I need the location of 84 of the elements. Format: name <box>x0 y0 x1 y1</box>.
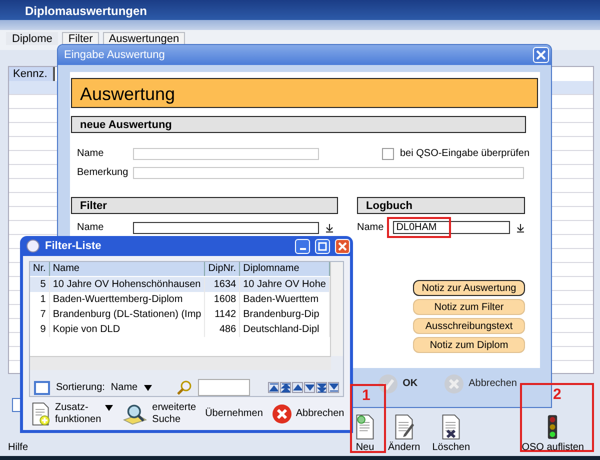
arrow-icon <box>316 382 326 392</box>
sort-value[interactable]: Name <box>110 382 138 393</box>
close-icon <box>536 50 546 60</box>
maximize-icon <box>318 242 327 250</box>
arrow-icon <box>268 382 278 392</box>
tab[interactable]: Diplome <box>6 32 58 45</box>
section-header: Filter <box>71 197 338 214</box>
vertical-scrollbar[interactable] <box>330 262 343 356</box>
maximize-button[interactable] <box>315 238 330 254</box>
minimize-button[interactable] <box>295 238 310 254</box>
column-header[interactable]: Name <box>50 262 206 276</box>
section-header: Logbuch <box>357 197 525 214</box>
cancel-icon <box>272 404 292 424</box>
annotation-number: 1 <box>362 387 370 404</box>
cancel-button[interactable]: Abbrechen <box>444 374 517 394</box>
table-cell: 1142 <box>205 307 240 322</box>
checkbox[interactable] <box>382 148 394 160</box>
cancel-button[interactable]: Abbrechen <box>272 404 344 424</box>
magnifier-icon <box>122 403 148 425</box>
column-header[interactable]: DipNr. <box>205 262 240 276</box>
table-cell: 1634 <box>205 277 240 292</box>
table-cell: Kopie von DLD <box>50 322 206 337</box>
table-cell: Brandenburg (DL-Stationen) (Imp <box>50 307 206 322</box>
input-field[interactable]: DL0HAM <box>393 221 510 234</box>
window-title: Filter-Liste <box>45 240 102 252</box>
note-button[interactable]: Notiz zum Diplom <box>413 337 525 353</box>
note-button[interactable]: Ausschreibungstext <box>413 318 525 334</box>
table-row[interactable]: 5 10 Jahre OV Hohenschönhausen 1634 10 Jahre OV Hohe <box>30 277 330 292</box>
document-add-icon <box>31 402 51 426</box>
note-button[interactable]: Notiz zur Auswertung <box>413 280 525 296</box>
column-header[interactable]: Nr. <box>30 262 50 276</box>
horizontal-scrollbar[interactable] <box>30 356 331 370</box>
close-icon <box>338 242 347 250</box>
cross-icon <box>444 374 464 394</box>
caret-icon <box>105 405 114 411</box>
table-cell: 486 <box>205 322 240 337</box>
edit-document-icon <box>393 414 416 440</box>
app-icon <box>26 239 40 253</box>
input-field[interactable] <box>133 222 319 234</box>
table-cell: 9 <box>30 322 50 337</box>
search-icon[interactable] <box>176 380 192 396</box>
minimize-icon <box>300 248 306 250</box>
annotation-number: 2 <box>553 386 562 403</box>
header-banner: Auswertung <box>71 78 538 108</box>
new-document-icon <box>354 414 376 440</box>
toolbar-button[interactable]: Ändern <box>388 413 420 453</box>
jump-top-button[interactable] <box>268 382 279 393</box>
sort-label: Sortierung: <box>56 382 105 393</box>
dialog-title: Eingabe Auswertung <box>64 49 165 61</box>
field-label: Name <box>357 222 385 233</box>
apply-button[interactable]: Übernehmen <box>205 408 263 420</box>
toolbar-button[interactable]: Neu <box>354 413 376 453</box>
table-cell: 7 <box>30 307 50 322</box>
field-label: Name <box>77 222 105 233</box>
field-label: Bemerkung <box>77 167 130 178</box>
toolbar-button[interactable]: Löschen <box>432 413 470 453</box>
delete-document-icon <box>440 414 462 440</box>
note-button[interactable]: Notiz zum Filter <box>413 299 525 315</box>
extra-button[interactable]: Zusatz- funktionen <box>31 402 114 426</box>
checkbox-label: bei QSO-Eingabe überprüfen <box>400 148 530 159</box>
download-icon[interactable] <box>325 222 334 232</box>
jump-bottom-button[interactable] <box>328 382 339 393</box>
caret-icon[interactable] <box>144 384 152 390</box>
tab[interactable]: Filter <box>62 32 99 45</box>
arrow-icon <box>328 382 338 392</box>
traffic-light-icon <box>547 414 558 440</box>
close-button[interactable] <box>533 47 549 63</box>
table-cell: Baden-Wuerttemberg-Diplom <box>50 292 206 307</box>
close-button[interactable] <box>335 238 350 254</box>
table-cell: 1608 <box>205 292 240 307</box>
table-cell: 1 <box>30 292 50 307</box>
table-cell: 10 Jahre OV Hohenschönhausen <box>50 277 206 292</box>
download-icon[interactable] <box>516 222 525 232</box>
search-field[interactable] <box>198 379 250 396</box>
tab[interactable]: Auswertungen <box>102 32 186 45</box>
list-icon[interactable] <box>34 380 50 394</box>
field-label: Name <box>77 148 105 159</box>
column-header[interactable]: Kennz. <box>9 67 55 81</box>
window-title: Diplomauswertungen <box>25 4 148 18</box>
table-cell: 5 <box>30 277 50 292</box>
arrow-icon <box>280 382 290 392</box>
section-header: neue Auswertung <box>71 116 526 133</box>
help-link[interactable]: Hilfe <box>8 442 68 453</box>
search-button[interactable]: erweiterte Suche <box>122 402 196 426</box>
